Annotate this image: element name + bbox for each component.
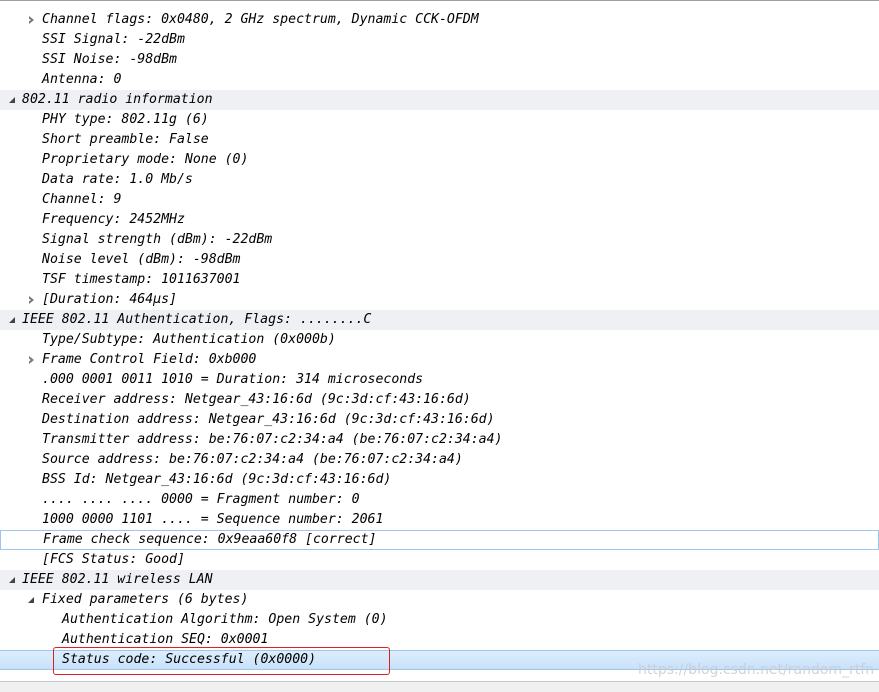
tree-row-label: Channel: 9 [42,192,122,207]
tree-row-label: Frame check sequence: 0x9eaa60f8 [correc… [43,532,377,547]
tree-row-label: Short preamble: False [42,132,209,147]
tree-row-label: Antenna: 0 [42,72,122,87]
tree-row[interactable]: Source address: be:76:07:c2:34:a4 (be:76… [0,450,879,470]
tree-row[interactable]: Frequency: 2452MHz [0,210,879,230]
tree-row-label: Fixed parameters (6 bytes) [42,592,249,607]
tree-row-label: SSI Signal: -22dBm [42,32,185,47]
pane-top-border [0,0,879,1]
tree-row[interactable]: Frame check sequence: 0x9eaa60f8 [correc… [0,530,879,550]
tree-row-label: Proprietary mode: None (0) [42,152,249,167]
expand-triangle-icon[interactable] [6,310,18,330]
tree-row[interactable]: Transmitter address: be:76:07:c2:34:a4 (… [0,430,879,450]
tree-row[interactable]: Data rate: 1.0 Mb/s [0,170,879,190]
tree-row[interactable]: [Duration: 464µs] [0,290,879,310]
tree-row[interactable]: .... .... .... 0000 = Fragment number: 0 [0,490,879,510]
tree-row[interactable]: Authentication Algorithm: Open System (0… [0,610,879,630]
tree-row[interactable]: BSS Id: Netgear_43:16:6d (9c:3d:cf:43:16… [0,470,879,490]
tree-row[interactable]: Noise level (dBm): -98dBm [0,250,879,270]
expand-triangle-icon[interactable] [25,590,37,610]
tree-row-label: PHY type: 802.11g (6) [42,112,209,127]
tree-row[interactable]: 1000 0000 1101 .... = Sequence number: 2… [0,510,879,530]
tree-row-label: [FCS Status: Good] [42,552,185,567]
tree-row[interactable]: [FCS Status: Good] [0,550,879,570]
tree-row[interactable]: PHY type: 802.11g (6) [0,110,879,130]
tree-row-label: .000 0001 0011 1010 = Duration: 314 micr… [42,372,424,387]
tree-row[interactable]: Type/Subtype: Authentication (0x000b) [0,330,879,350]
tree-section-header[interactable]: IEEE 802.11 wireless LAN [0,570,879,590]
watermark: https://blog.csdn.net/random_rtfn [638,662,875,678]
tree-row-label: Transmitter address: be:76:07:c2:34:a4 (… [42,432,503,447]
tree-row[interactable]: TSF timestamp: 1011637001 [0,270,879,290]
collapse-triangle-icon[interactable] [25,10,37,30]
tree-row-label: SSI Noise: -98dBm [42,52,177,67]
tree-row[interactable]: Antenna: 0 [0,70,879,90]
tree-row[interactable]: .000 0001 0011 1010 = Duration: 314 micr… [0,370,879,390]
tree-row-label: IEEE 802.11 wireless LAN [22,572,213,587]
tree-row[interactable]: Channel: 9 [0,190,879,210]
tree-row[interactable]: SSI Noise: -98dBm [0,50,879,70]
tree-row[interactable]: Fixed parameters (6 bytes) [0,590,879,610]
tree-row[interactable]: Receiver address: Netgear_43:16:6d (9c:3… [0,390,879,410]
tree-row[interactable]: Destination address: Netgear_43:16:6d (9… [0,410,879,430]
collapse-triangle-icon[interactable] [25,350,37,370]
annotation-highlight-box [53,647,390,675]
tree-section-header[interactable]: IEEE 802.11 Authentication, Flags: .....… [0,310,879,330]
tree-row[interactable]: Signal strength (dBm): -22dBm [0,230,879,250]
tree-row-label: Noise level (dBm): -98dBm [42,252,241,267]
tree-row-label: Frame Control Field: 0xb000 [42,352,257,367]
tree-row-label: Data rate: 1.0 Mb/s [42,172,193,187]
tree-row-label: Type/Subtype: Authentication (0x000b) [42,332,336,347]
tree-section-header[interactable]: 802.11 radio information [0,90,879,110]
tree-row[interactable]: Channel flags: 0x0480, 2 GHz spectrum, D… [0,10,879,30]
tree-row-label: Destination address: Netgear_43:16:6d (9… [42,412,495,427]
tree-row-label: .... .... .... 0000 = Fragment number: 0 [42,492,360,507]
tree-row-label: Authentication Algorithm: Open System (0… [62,612,388,627]
tree-row-label: [Duration: 464µs] [42,292,177,307]
horizontal-scrollbar[interactable] [0,681,879,692]
tree-row-label: Signal strength (dBm): -22dBm [42,232,273,247]
tree-row-label: Channel flags: 0x0480, 2 GHz spectrum, D… [42,12,479,27]
tree-row[interactable]: Frame Control Field: 0xb000 [0,350,879,370]
tree-row-label: BSS Id: Netgear_43:16:6d (9c:3d:cf:43:16… [42,472,392,487]
packet-details-tree[interactable]: Channel flags: 0x0480, 2 GHz spectrum, D… [0,10,879,670]
expand-triangle-icon[interactable] [6,570,18,590]
expand-triangle-icon[interactable] [6,90,18,110]
tree-row-label: Receiver address: Netgear_43:16:6d (9c:3… [42,392,471,407]
tree-row-label: IEEE 802.11 Authentication, Flags: .....… [22,312,372,327]
tree-row-label: 1000 0000 1101 .... = Sequence number: 2… [42,512,384,527]
tree-row[interactable]: Proprietary mode: None (0) [0,150,879,170]
collapse-triangle-icon[interactable] [25,290,37,310]
tree-row-label: TSF timestamp: 1011637001 [42,272,241,287]
tree-row-label: Frequency: 2452MHz [42,212,185,227]
tree-row-label: 802.11 radio information [22,92,213,107]
tree-row[interactable]: SSI Signal: -22dBm [0,30,879,50]
tree-row[interactable]: Short preamble: False [0,130,879,150]
tree-row-label: Source address: be:76:07:c2:34:a4 (be:76… [42,452,463,467]
